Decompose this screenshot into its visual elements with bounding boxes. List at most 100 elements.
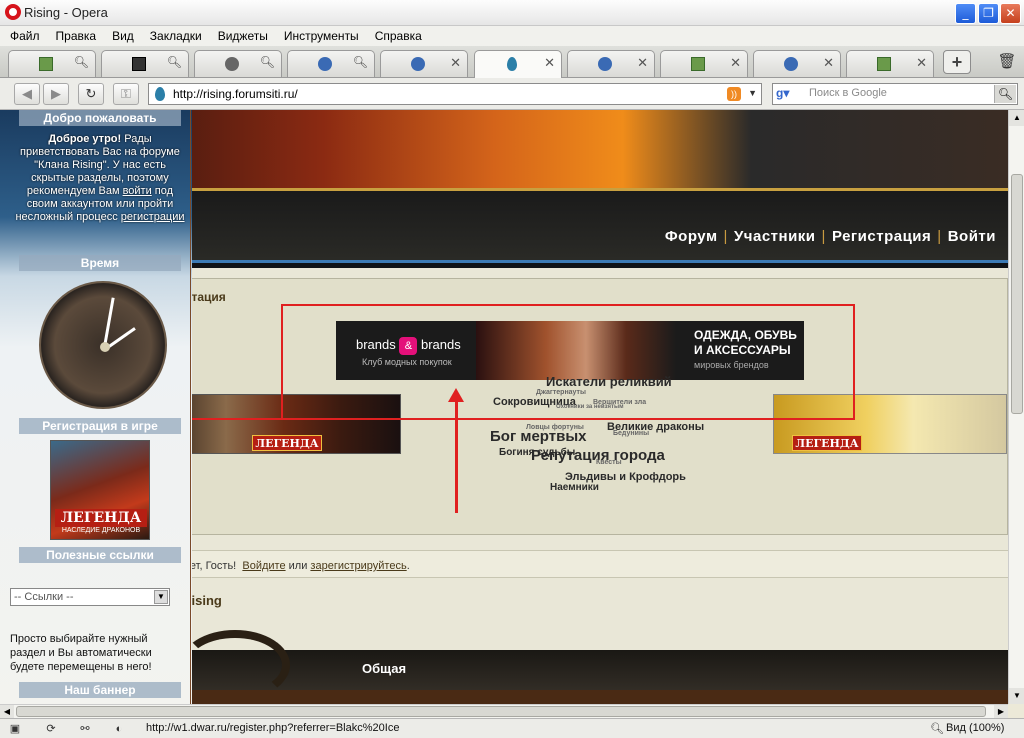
sidebar-time-heading: Время <box>19 255 181 271</box>
key-icon[interactable]: ⚿ <box>113 83 139 105</box>
scroll-thumb[interactable] <box>16 706 986 717</box>
forward-button[interactable]: ▶ <box>43 83 69 105</box>
sidebar-welcome-heading: Добро пожаловать <box>19 110 181 126</box>
tag[interactable]: Ловцы фортуны <box>526 424 584 431</box>
sidebar: Добро пожаловать Доброе утро! Рады приве… <box>0 110 192 704</box>
welcome-text: Доброе утро! Рады приветствовать Вас на … <box>15 133 185 223</box>
tag[interactable]: Бедунины <box>613 430 649 437</box>
login-link[interactable]: войти <box>123 185 152 197</box>
dragon-decoration <box>180 630 290 700</box>
trash-icon[interactable]: 🗑 <box>996 51 1018 73</box>
tab-1[interactable]: 🔍︎ <box>8 50 96 77</box>
menu-edit[interactable]: Правка <box>48 26 105 46</box>
zoom-icon[interactable]: 🔍︎ <box>930 722 944 736</box>
search-field[interactable]: g▾ Поиск в Google 🔍︎ <box>772 83 1018 105</box>
tab-active[interactable]: ✕ <box>474 50 562 78</box>
rss-icon[interactable]: )) <box>727 87 741 101</box>
page-icon <box>691 57 705 71</box>
tag[interactable]: Наемники <box>550 482 599 493</box>
vertical-scrollbar[interactable]: ▲ ▼ <box>1008 110 1024 704</box>
clock-hand <box>103 297 115 348</box>
address-field[interactable]: http://rising.forumsiti.ru/ )) ▼ <box>148 83 762 105</box>
register-link[interactable]: зарегистрируйтесь <box>310 560 406 572</box>
scroll-thumb[interactable] <box>1011 174 1023 414</box>
category-title[interactable]: Общая <box>362 661 406 676</box>
search-icon[interactable]: 🔍︎ <box>353 55 368 69</box>
search-icon[interactable]: 🔍︎ <box>167 55 182 69</box>
menu-view[interactable]: Вид <box>104 26 142 46</box>
login-link[interactable]: Войдите <box>242 560 285 572</box>
search-icon[interactable]: 🔍︎ <box>74 55 89 69</box>
nav-forum[interactable]: Форум <box>665 228 718 245</box>
turbo-icon[interactable]: ◐ <box>112 722 126 736</box>
scroll-down-icon[interactable]: ▼ <box>1009 688 1024 704</box>
close-tab-icon[interactable]: ✕ <box>544 55 555 71</box>
category-footer <box>152 690 1008 704</box>
close-button[interactable]: ✕ <box>1000 3 1021 24</box>
menu-file[interactable]: Файл <box>0 26 48 46</box>
registration-link[interactable]: регистрации <box>121 211 185 223</box>
panel-toggle-icon[interactable]: ▣ <box>8 722 22 736</box>
links-dropdown[interactable]: -- Ссылки -- ▼ <box>10 588 170 606</box>
tab-5[interactable]: ✕ <box>380 50 468 77</box>
maximize-button[interactable]: ❐ <box>978 3 999 24</box>
sync-icon[interactable]: ⟳ <box>44 722 58 736</box>
forward-icon <box>598 57 612 71</box>
menu-help[interactable]: Справка <box>367 26 430 46</box>
header-strip <box>152 188 1008 260</box>
menu-tools[interactable]: Инструменты <box>276 26 367 46</box>
annotation-arrow <box>455 400 458 513</box>
game-logo: ЛЕГЕНДА <box>252 435 322 451</box>
site-icon <box>507 57 517 71</box>
links-description: Просто выбирайте нужный раздел и Вы авто… <box>10 633 152 673</box>
chevron-down-icon[interactable]: ▼ <box>748 88 757 98</box>
nav-register[interactable]: Регистрация <box>832 228 931 245</box>
guest-greeting: Привет, Гость! Войдите или зарегистрируй… <box>152 550 1008 578</box>
share-icon[interactable]: ⚯ <box>78 722 92 736</box>
page-viewport: Форум | Участники | Регистрация | Войти Репута… <box>0 110 1008 704</box>
close-tab-icon[interactable]: ✕ <box>823 55 834 71</box>
scroll-left-icon[interactable]: ◀ <box>0 705 14 718</box>
close-tab-icon[interactable]: ✕ <box>730 55 741 71</box>
tab-7[interactable]: ✕ <box>567 50 655 77</box>
forward-icon <box>784 57 798 71</box>
tab-3[interactable]: 🔍︎ <box>194 50 282 77</box>
close-tab-icon[interactable]: ✕ <box>916 55 927 71</box>
game-promo-image[interactable]: ЛЕГЕНДА НАСЛЕДИЕ ДРАКОНОВ <box>50 440 150 540</box>
menu-widgets[interactable]: Виджеты <box>210 26 276 46</box>
zoom-level[interactable]: Вид (100%) <box>946 722 1004 734</box>
game-logo: ЛЕГЕНДА <box>55 509 147 527</box>
close-tab-icon[interactable]: ✕ <box>450 55 461 71</box>
tab-4[interactable]: 🔍︎ <box>287 50 375 77</box>
new-tab-button[interactable]: + <box>943 50 971 74</box>
forward-icon <box>318 57 332 71</box>
search-icon[interactable]: 🔍︎ <box>260 55 275 69</box>
tab-8[interactable]: ✕ <box>660 50 748 77</box>
search-placeholder[interactable]: Поиск в Google <box>809 87 887 99</box>
site-icon <box>155 87 165 101</box>
tab-9[interactable]: ✕ <box>753 50 841 77</box>
guest-or: или <box>288 560 308 572</box>
nav-members[interactable]: Участники <box>734 228 816 245</box>
scroll-right-icon[interactable]: ▶ <box>994 705 1008 718</box>
tab-10[interactable]: ✕ <box>846 50 934 77</box>
tag[interactable]: Квесты <box>596 459 622 466</box>
forward-icon <box>411 57 425 71</box>
close-tab-icon[interactable]: ✕ <box>637 55 648 71</box>
scroll-up-icon[interactable]: ▲ <box>1009 110 1024 126</box>
sidebar-banner-heading: Наш баннер <box>19 682 181 698</box>
search-icon[interactable]: 🔍︎ <box>994 85 1016 103</box>
guest-suffix: . <box>406 560 410 572</box>
url-text[interactable]: http://rising.forumsiti.ru/ <box>173 87 298 101</box>
nav-login[interactable]: Войти <box>948 228 996 245</box>
menu-bookmarks[interactable]: Закладки <box>142 26 210 46</box>
clock-widget <box>39 281 167 409</box>
minimize-button[interactable]: _ <box>955 3 976 24</box>
film-icon <box>132 57 146 71</box>
reload-button[interactable]: ↻ <box>78 83 104 105</box>
horizontal-scrollbar[interactable]: ◀ ▶ <box>0 704 1008 718</box>
google-icon[interactable]: g▾ <box>776 86 804 102</box>
tab-2[interactable]: 🔍︎ <box>101 50 189 77</box>
back-button[interactable]: ◀ <box>14 83 40 105</box>
chevron-down-icon[interactable]: ▼ <box>154 590 168 604</box>
